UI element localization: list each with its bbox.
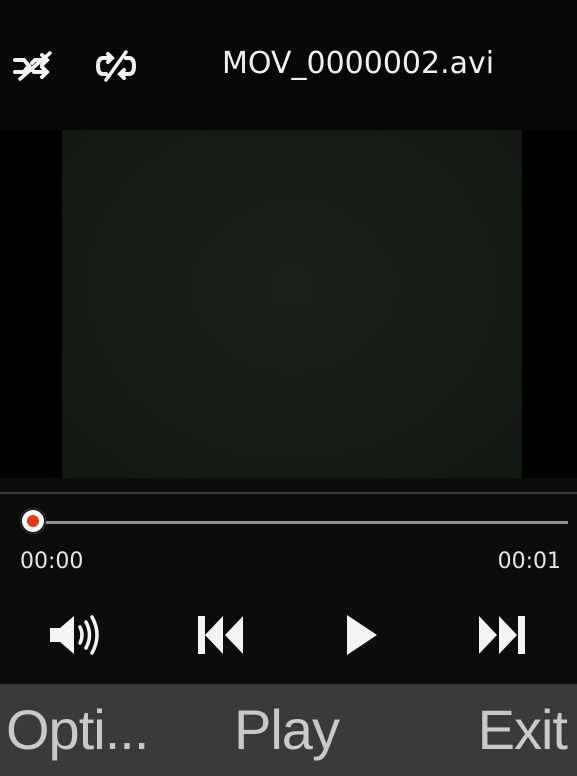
current-time: 00:00 [20,549,84,574]
divider [0,492,577,494]
video-frame[interactable] [0,130,577,478]
softkey-bar: Opti... Play Exit [0,684,577,776]
video-player-screen: MOV_0000002.avi 00:00 00:01 Opti... Play… [0,0,577,776]
progress-knob[interactable] [20,508,46,534]
video-content[interactable] [62,130,522,478]
file-name-title: MOV_0000002.avi [222,46,495,81]
title-bar: MOV_0000002.avi [0,0,577,130]
play-icon[interactable] [344,612,380,658]
exit-softkey[interactable]: Exit [478,684,568,776]
play-softkey[interactable]: Play [234,684,340,776]
progress-slider[interactable] [20,506,570,540]
options-softkey[interactable]: Opti... [6,684,149,776]
next-track-icon[interactable] [476,612,528,658]
progress-track[interactable] [32,521,568,524]
volume-icon[interactable] [48,612,104,658]
shuffle-off-icon[interactable] [12,46,56,86]
previous-track-icon[interactable] [196,612,246,658]
repeat-off-icon[interactable] [94,46,138,86]
total-time: 00:01 [497,549,561,574]
